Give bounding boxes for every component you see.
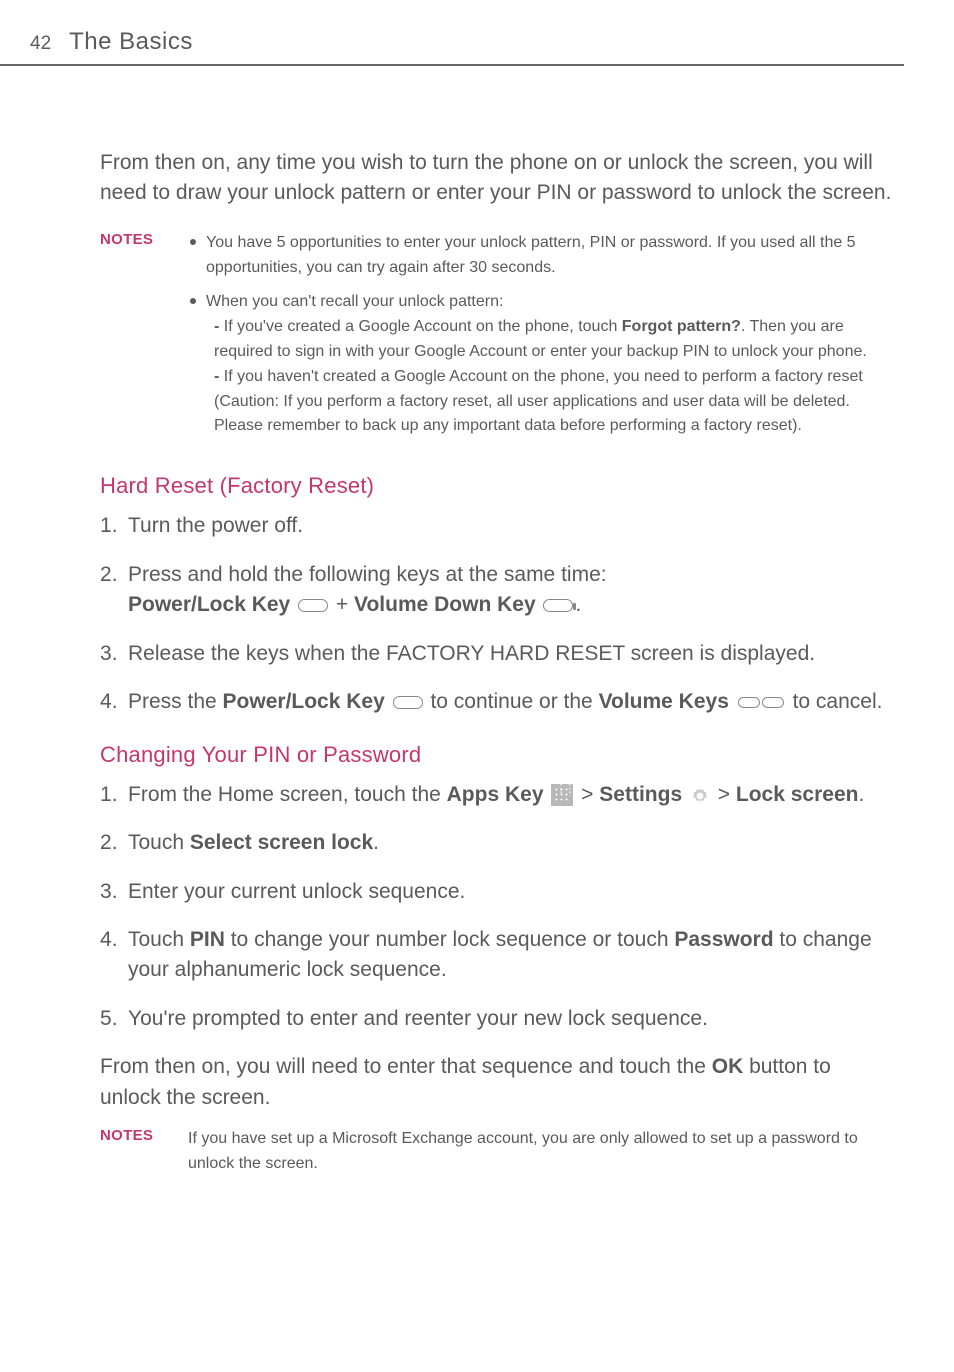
volume-keys-icon: [737, 687, 785, 717]
pin-step-2: Touch Select screen lock.: [100, 828, 894, 858]
step2-pre: Press and hold the following keys at the…: [128, 563, 607, 586]
note-bullet-2: When you can't recall your unlock patter…: [188, 290, 894, 439]
step-1: Turn the power off.: [100, 511, 894, 541]
lock-screen-label: Lock screen: [736, 783, 859, 806]
page-header: 42 The Basics: [0, 0, 904, 66]
hard-reset-steps: Turn the power off. Press and hold the f…: [100, 511, 894, 717]
page-content: From then on, any time you wish to turn …: [0, 148, 954, 1177]
followup-paragraph: From then on, you will need to enter tha…: [100, 1052, 894, 1113]
pin-step-4: Touch PIN to change your number lock seq…: [100, 925, 894, 986]
step-3: Release the keys when the FACTORY HARD R…: [100, 639, 894, 669]
power-key-icon: [393, 696, 423, 709]
changing-pin-heading: Changing Your PIN or Password: [100, 742, 894, 768]
hard-reset-heading: Hard Reset (Factory Reset): [100, 473, 894, 499]
follow-pre: From then on, you will need to enter tha…: [100, 1055, 712, 1078]
step4-post: to cancel.: [787, 690, 883, 713]
volume-keys-label: Volume Keys: [599, 690, 735, 713]
forgot-pattern-label: Forgot pattern?: [622, 318, 741, 335]
pin-s4-mid: to change your number lock sequence or t…: [225, 928, 674, 951]
pin-s2-end: .: [373, 831, 379, 854]
step-2: Press and hold the following keys at the…: [100, 560, 894, 621]
changing-pin-steps: From the Home screen, touch the Apps Key…: [100, 780, 894, 1035]
apps-key-icon: [551, 784, 573, 806]
page-number: 42: [30, 33, 51, 55]
gear-icon: [690, 785, 710, 805]
note-b2-intro: When you can't recall your unlock patter…: [206, 290, 894, 315]
pin-s1-end: .: [858, 783, 864, 806]
pin-s1-pre: From the Home screen, touch the: [128, 783, 447, 806]
intro-paragraph: From then on, any time you wish to turn …: [100, 148, 894, 209]
power-lock-key-label: Power/Lock Key: [128, 593, 296, 616]
volume-down-key-label: Volume Down Key: [354, 593, 541, 616]
note-sub1-pre: If you've created a Google Account on th…: [224, 318, 622, 335]
notes-label-2: NOTES: [100, 1127, 188, 1177]
ok-button-label: OK: [712, 1055, 744, 1078]
dash-icon: -: [214, 368, 224, 385]
password-label: Password: [674, 928, 773, 951]
pin-step-3: Enter your current unlock sequence.: [100, 877, 894, 907]
note-sub2-text: If you haven't created a Google Account …: [214, 368, 863, 435]
pin-label: PIN: [190, 928, 225, 951]
settings-label: Settings: [599, 783, 688, 806]
step4-pre: Press the: [128, 690, 223, 713]
step4-mid: to continue or the: [425, 690, 599, 713]
pin-s4-pre: Touch: [128, 928, 190, 951]
plus-text: +: [330, 593, 354, 616]
power-key-icon: [298, 599, 328, 612]
notes-content: You have 5 opportunities to enter your u…: [188, 231, 894, 449]
notes-label: NOTES: [100, 231, 188, 449]
gt2: >: [712, 783, 736, 806]
notes-block-2: NOTES If you have set up a Microsoft Exc…: [100, 1127, 894, 1177]
note-sub-2: - If you haven't created a Google Accoun…: [206, 365, 894, 439]
apps-key-label: Apps Key: [447, 783, 550, 806]
header-title: The Basics: [69, 28, 193, 56]
pin-s2-pre: Touch: [128, 831, 190, 854]
pin-step-1: From the Home screen, touch the Apps Key…: [100, 780, 894, 810]
step-4: Press the Power/Lock Key to continue or …: [100, 687, 894, 718]
pin-step-5: You're prompted to enter and reenter you…: [100, 1004, 894, 1034]
volume-down-icon: [543, 599, 573, 612]
note-sub-1: - If you've created a Google Account on …: [206, 315, 894, 365]
notes-block-1: NOTES You have 5 opportunities to enter …: [100, 231, 894, 449]
power-lock-key-label-2: Power/Lock Key: [223, 690, 391, 713]
select-screen-lock-label: Select screen lock: [190, 831, 373, 854]
step2-end: .: [575, 593, 581, 616]
notes-content-2: If you have set up a Microsoft Exchange …: [188, 1127, 894, 1177]
dash-icon: -: [214, 318, 224, 335]
note-bullet-1: You have 5 opportunities to enter your u…: [188, 231, 894, 281]
